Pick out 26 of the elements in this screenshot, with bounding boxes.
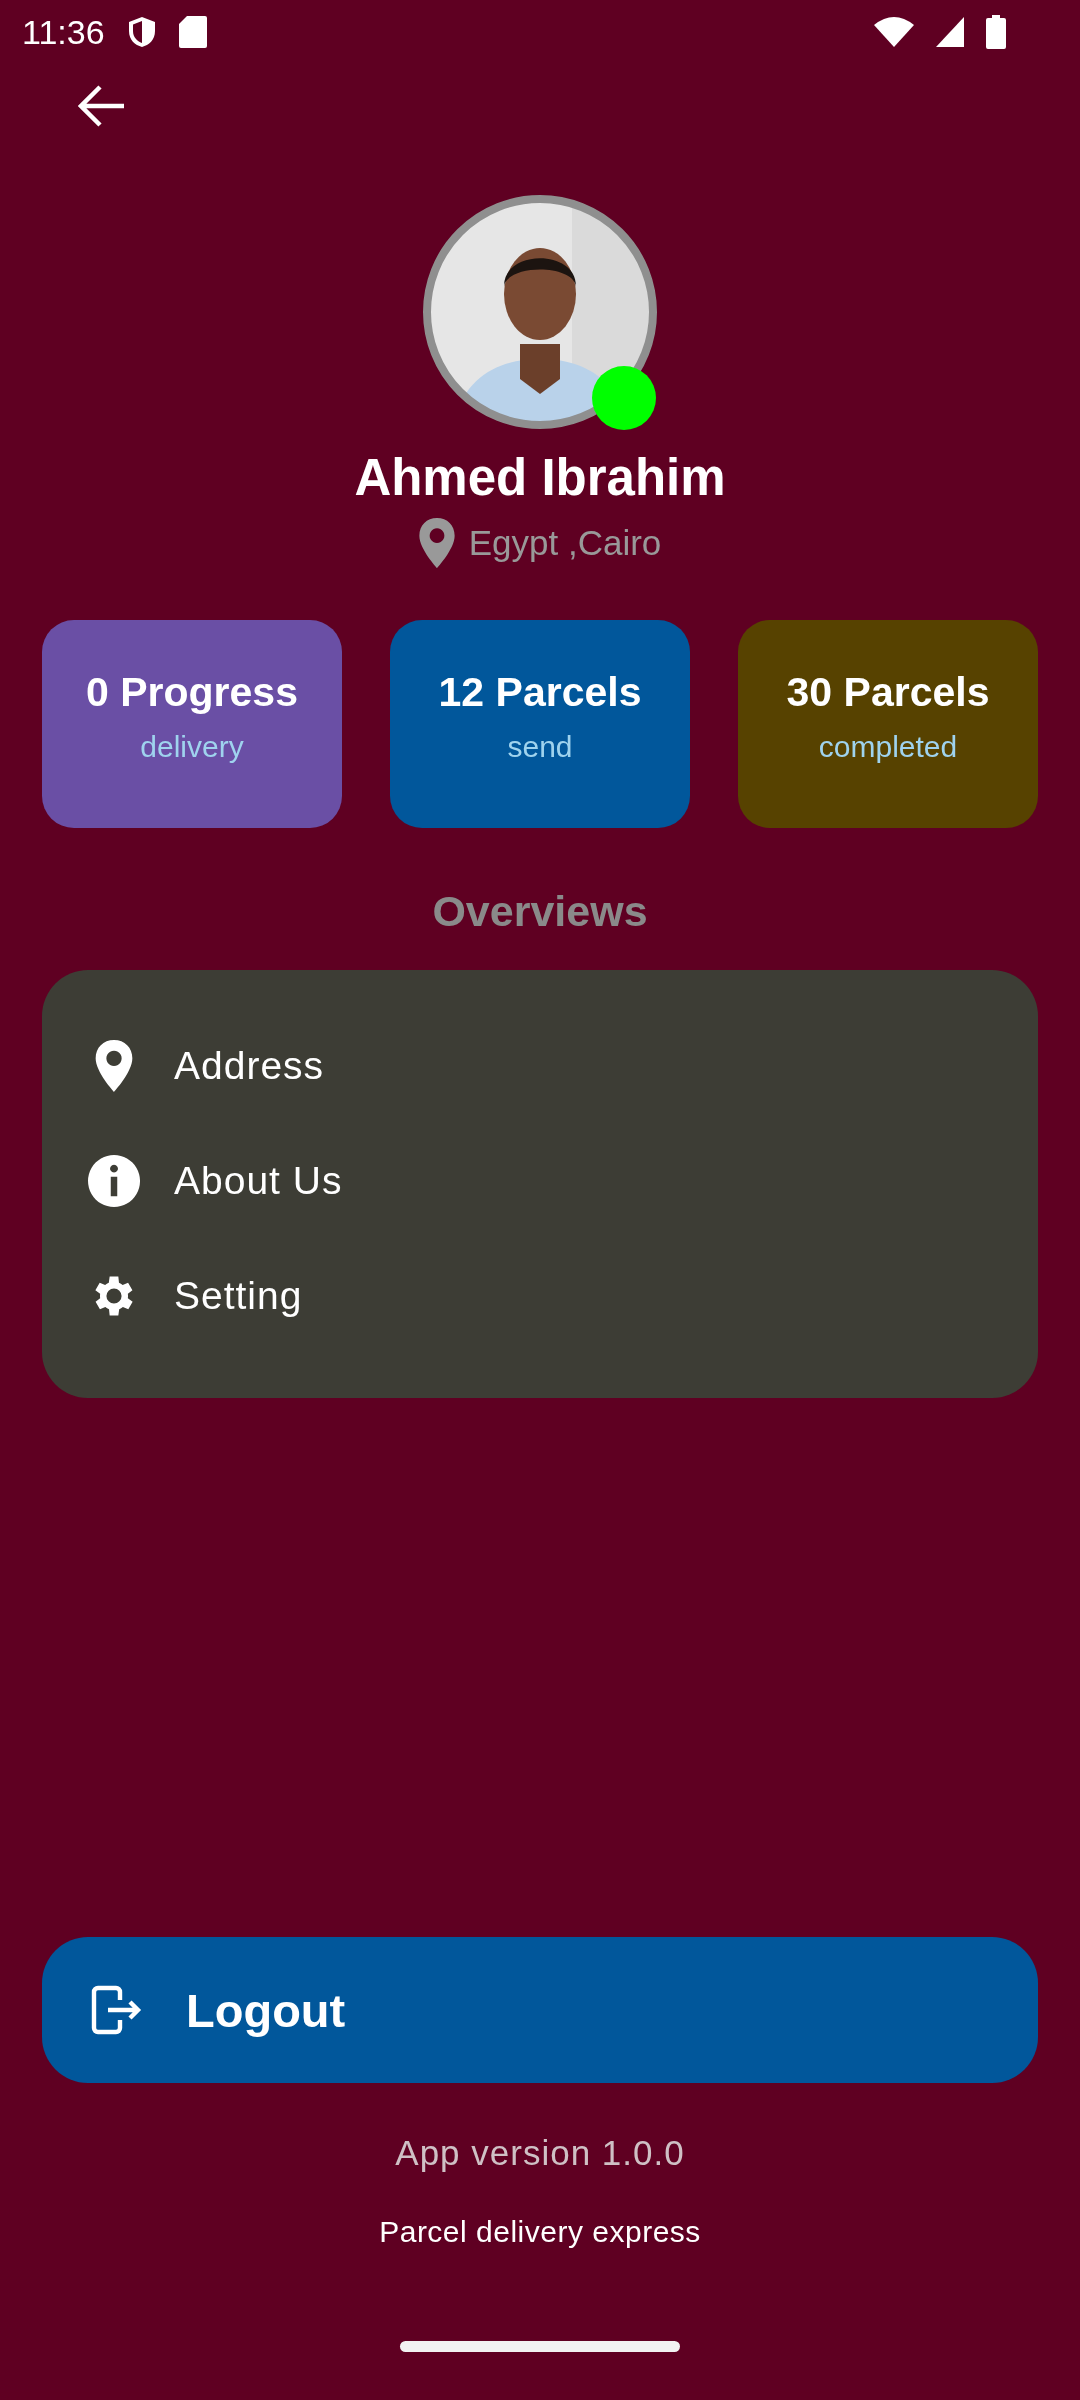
profile-name: Ahmed Ibrahim [354, 448, 726, 508]
gesture-handle[interactable] [400, 2341, 680, 2352]
logout-icon [90, 1984, 142, 2036]
status-time: 11:36 [22, 12, 105, 52]
battery-icon [986, 15, 1006, 49]
stat-label: delivery [140, 730, 244, 764]
signal-icon [936, 17, 964, 47]
sd-card-icon [178, 16, 207, 48]
location-pin-icon [418, 518, 455, 568]
menu-item[interactable]: Address [174, 1043, 325, 1088]
logout-button[interactable]: Logout [42, 1937, 1038, 2083]
stat-label: completed [818, 730, 958, 764]
location-text: Egypt ,Cairo [468, 523, 662, 563]
stat-value: 30 Parcels [786, 668, 990, 716]
stat-value: 0 Progress [86, 668, 298, 716]
menu-item[interactable]: About Us [174, 1158, 343, 1203]
wifi-icon [874, 17, 914, 47]
menu-item[interactable]: Setting [174, 1273, 303, 1318]
app-tagline: Parcel delivery express [379, 2215, 701, 2249]
section-title: Overviews [432, 886, 648, 936]
stat-label: send [507, 730, 573, 764]
back-arrow-icon[interactable] [78, 84, 126, 128]
shield-icon [126, 15, 157, 49]
app-version: App version 1.0.0 [395, 2133, 685, 2173]
info-icon [88, 1154, 140, 1207]
stat-value: 12 Parcels [438, 668, 642, 716]
